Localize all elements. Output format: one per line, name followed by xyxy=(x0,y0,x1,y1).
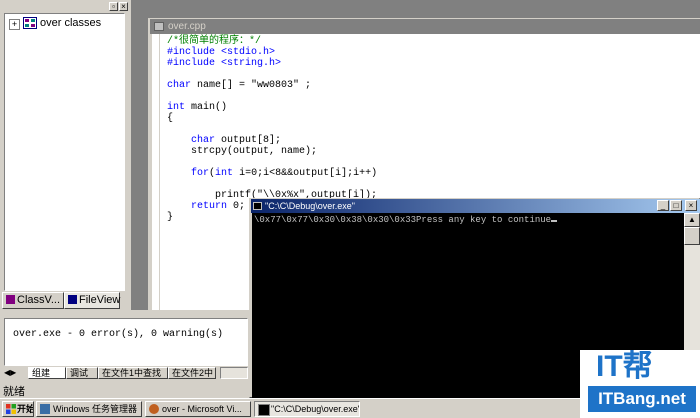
watermark-brand: IT帮 xyxy=(596,350,653,383)
workspace-titlebar: ▫ × xyxy=(0,0,131,12)
code-line: strcpy(output, name); xyxy=(167,146,318,157)
windows-logo-icon xyxy=(6,404,16,414)
console-output-text: \0x77\0x77\0x30\0x38\0x30\0x33Press any … xyxy=(254,215,552,225)
code-line: for(int i=0;i<8&&output[i];i++) xyxy=(191,168,378,179)
class-tree[interactable]: + over classes xyxy=(4,13,125,291)
scroll-up-icon[interactable]: ▲ xyxy=(684,213,700,227)
fileview-icon xyxy=(68,295,77,304)
console-icon xyxy=(253,202,262,210)
taskbar-console-label: "C:\C\Debug\over.exe" xyxy=(271,404,360,414)
output-tab-debug-label: 调试 xyxy=(70,368,89,378)
console-titlebar[interactable]: "C:\C\Debug\over.exe" xyxy=(251,199,700,213)
watermark-domain: ITBang.net xyxy=(588,386,696,412)
console-title: "C:\C\Debug\over.exe" xyxy=(265,201,355,211)
editor-titlebar: over.cpp xyxy=(150,19,700,34)
status-text: 就绪 xyxy=(3,386,25,398)
console-output: \0x77\0x77\0x30\0x38\0x30\0x33Press any … xyxy=(254,215,558,225)
status-bar: 就绪 xyxy=(0,380,250,398)
build-result: over.exe - 0 error(s), 0 warning(s) xyxy=(13,329,224,340)
text-cursor xyxy=(551,220,558,222)
taskbar-visual-cpp-label: over - Microsoft Vi... xyxy=(162,404,242,414)
start-label: 开始 xyxy=(17,404,34,414)
expand-icon[interactable]: + xyxy=(9,19,20,30)
taskbar-console[interactable]: "C:\C\Debug\over.exe" xyxy=(254,401,360,417)
taskbar-task-manager-label: Windows 任务管理器 xyxy=(53,404,138,414)
output-tab-find1-label: 在文件1中查找 xyxy=(102,368,162,378)
maximize-button[interactable]: □ xyxy=(670,200,682,211)
scroll-thumb[interactable] xyxy=(684,227,700,245)
minimize-button[interactable]: _ xyxy=(657,200,669,211)
output-tab-find2[interactable]: 在文件2中 xyxy=(168,367,216,379)
console-task-icon xyxy=(258,404,270,416)
visual-cpp-icon xyxy=(149,404,159,414)
output-hscrollbar[interactable] xyxy=(220,367,248,379)
code-line: char output[8]; xyxy=(191,135,282,146)
code-line: #include <stdio.h> xyxy=(167,47,276,58)
code-line: } xyxy=(167,212,174,223)
itbang-watermark: IT帮 ITBang.net xyxy=(580,350,700,418)
taskbar-task-manager[interactable]: Windows 任务管理器 xyxy=(36,401,142,417)
code-line: /*很简单的程序：*/ xyxy=(167,36,262,47)
output-tab-build[interactable]: 组建 xyxy=(28,367,66,379)
code-line: int main() xyxy=(167,102,228,113)
start-button[interactable]: 开始 xyxy=(2,401,34,417)
tab-fileview-label: FileView xyxy=(79,294,121,306)
output-tab-find1[interactable]: 在文件1中查找 xyxy=(98,367,168,379)
classview-icon xyxy=(6,295,15,304)
tab-classview[interactable]: ClassV... xyxy=(2,292,64,309)
output-tab-find2-label: 在文件2中 xyxy=(172,368,214,378)
tab-scroll-right-icon[interactable]: ▶ xyxy=(10,368,16,377)
close-icon[interactable]: × xyxy=(119,2,128,11)
code-line: char name[] = "ww0803" ; xyxy=(167,80,312,91)
classes-folder-icon xyxy=(23,17,37,29)
tab-fileview[interactable]: FileView xyxy=(64,292,120,309)
code-line: #include <string.h> xyxy=(167,58,282,69)
code-line: return 0; xyxy=(191,201,246,212)
taskbar-visual-cpp[interactable]: over - Microsoft Vi... xyxy=(145,401,251,417)
editor-gutter xyxy=(152,34,160,310)
restore-icon[interactable]: ▫ xyxy=(109,2,118,11)
editor-tab-title: over.cpp xyxy=(168,21,206,32)
document-icon xyxy=(154,22,164,31)
tab-classview-label: ClassV... xyxy=(17,294,61,306)
output-tab-debug[interactable]: 调试 xyxy=(66,367,98,379)
output-tab-nav[interactable]: ◀▶ xyxy=(4,367,26,379)
code-line: { xyxy=(167,113,174,124)
tree-root-label[interactable]: over classes xyxy=(40,17,101,29)
output-tab-build-label: 组建 xyxy=(32,368,51,378)
close-button[interactable]: × xyxy=(685,200,697,211)
task-manager-icon xyxy=(40,404,50,414)
output-text-area[interactable] xyxy=(4,318,248,366)
